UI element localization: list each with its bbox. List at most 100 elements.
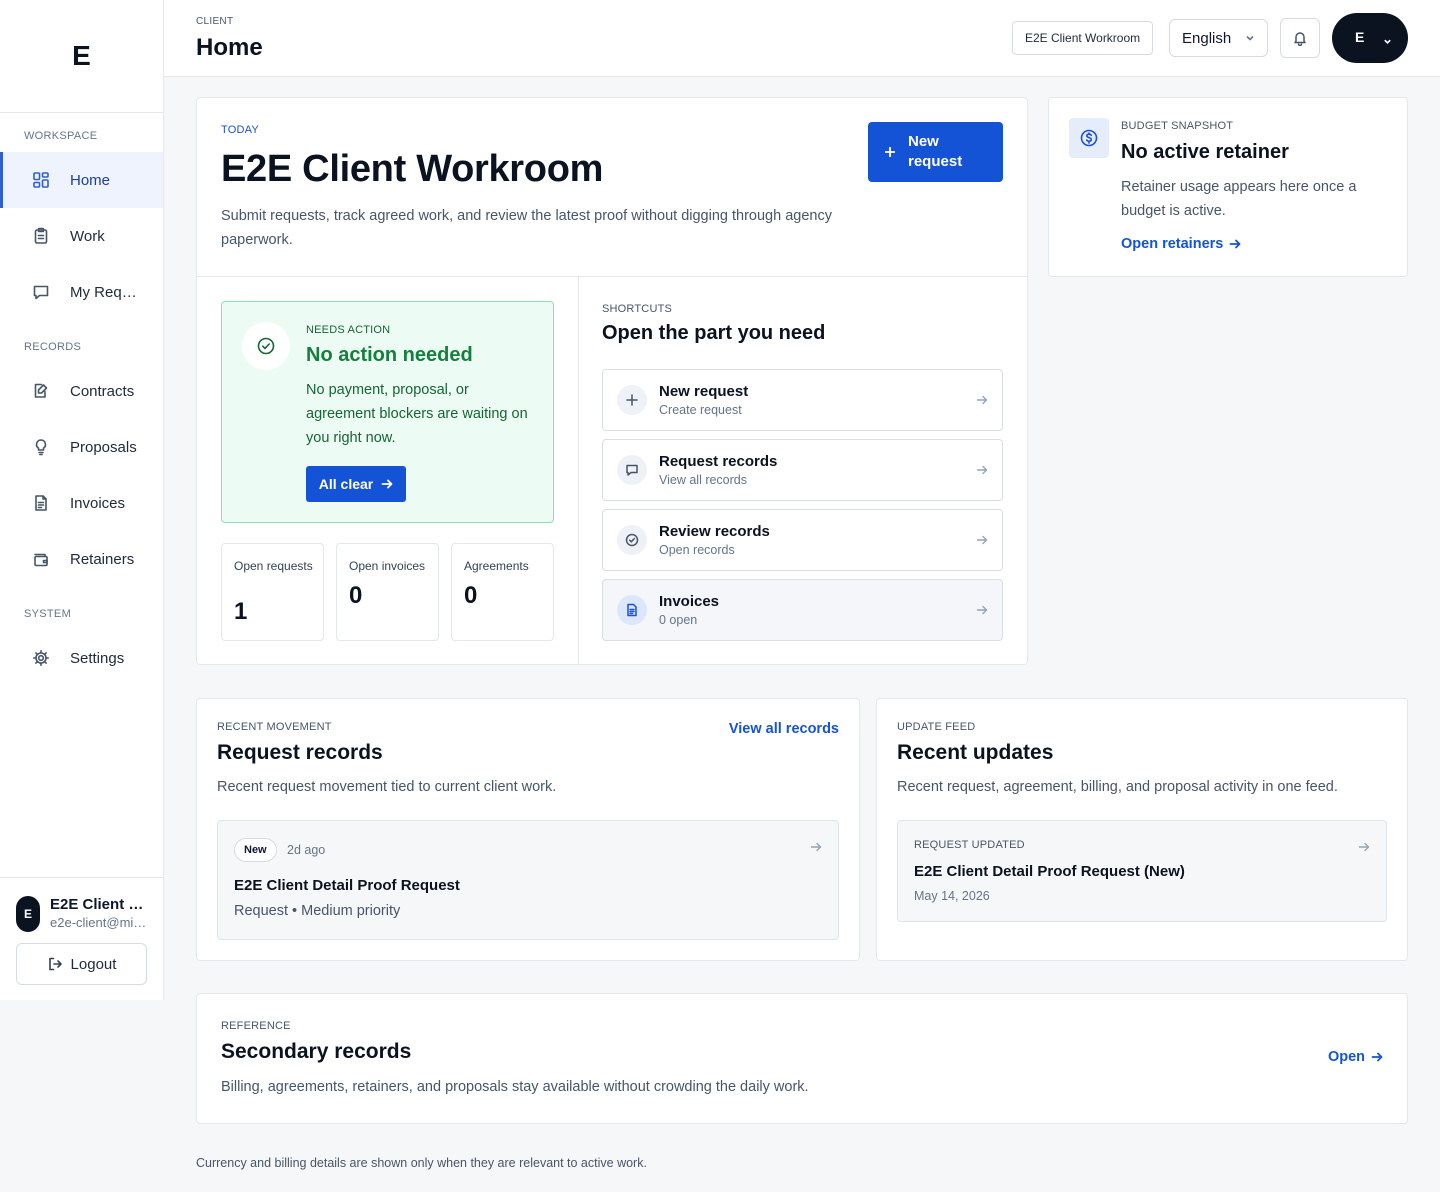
update-eyebrow: REQUEST UPDATED (914, 839, 1025, 851)
request-records-eyebrow: RECENT MOVEMENT (217, 721, 332, 733)
avatar: E (16, 896, 40, 932)
update-date: May 14, 2026 (914, 889, 990, 903)
hero-card: TODAY E2E Client Workroom Submit request… (196, 97, 1028, 665)
budget-title: No active retainer (1121, 141, 1289, 163)
clipboard-icon (34, 227, 48, 244)
open-retainers-link[interactable]: Open retainers (1121, 236, 1241, 252)
arrow-right-icon (381, 479, 393, 489)
user-account: E E2E Client Reviewer e2e-client@miotic.… (0, 877, 163, 1000)
shortcut-title: New request (659, 383, 749, 400)
link-label: Open (1327, 1049, 1365, 1065)
sidebar-item-retainers[interactable]: Retainers (0, 531, 163, 587)
shortcut-review-records[interactable]: Review records Open records (602, 509, 1003, 571)
language-select[interactable]: English (1169, 19, 1268, 57)
sidebar-item-invoices[interactable]: Invoices (0, 475, 163, 531)
footer-note: Currency and billing details are shown o… (196, 1156, 647, 1170)
stat-agreements[interactable]: Agreements 0 (451, 543, 554, 641)
nav-section-records: RECORDS (24, 341, 82, 353)
arrow-right-icon (1371, 1052, 1383, 1062)
profile-initial: E (1355, 29, 1365, 45)
sidebar-item-label: Retainers (70, 550, 135, 568)
plus-icon (885, 147, 895, 157)
budget-description: Retainer usage appears here once a budge… (1121, 179, 1357, 219)
update-title: E2E Client Detail Proof Request (New) (914, 863, 1185, 880)
arrow-right-icon (1358, 842, 1370, 852)
divider (197, 276, 1027, 277)
sidebar-item-label: Work (70, 227, 105, 245)
chat-icon (626, 464, 638, 476)
record-title: E2E Client Detail Proof Request (234, 877, 460, 894)
divider (578, 276, 579, 665)
stat-label: Agreements (464, 559, 529, 573)
logout-button[interactable]: Logout (16, 943, 147, 985)
bell-icon (1294, 32, 1306, 46)
action-eyebrow: NEEDS ACTION (306, 324, 391, 336)
request-records-description: Recent request movement tied to current … (217, 779, 557, 795)
check-circle-icon (625, 533, 639, 547)
signature-icon (34, 383, 48, 398)
stat-open-invoices[interactable]: Open invoices 0 (336, 543, 439, 641)
request-record-item[interactable]: New 2d ago E2E Client Detail Proof Reque… (217, 820, 839, 940)
hero-description: Submit requests, track agreed work, and … (221, 208, 832, 248)
chat-icon (33, 285, 49, 300)
request-records-title: Request records (217, 741, 383, 764)
update-item[interactable]: REQUEST UPDATED E2E Client Detail Proof … (897, 820, 1387, 922)
shortcuts-eyebrow: SHORTCUTS (602, 303, 673, 315)
hero-title: E2E Client Workroom (221, 148, 604, 190)
stat-open-requests[interactable]: Open requests 1 (221, 543, 324, 641)
user-name: E2E Client Reviewer (50, 896, 150, 913)
notifications-button[interactable] (1280, 18, 1320, 58)
shortcut-title: Request records (659, 453, 778, 470)
request-records-card: RECENT MOVEMENT Request records View all… (196, 698, 860, 961)
secondary-eyebrow: REFERENCE (221, 1020, 291, 1032)
app-logo[interactable]: E (0, 0, 163, 113)
chevron-down-icon (1246, 35, 1254, 41)
all-clear-button[interactable]: All clear (306, 466, 406, 502)
open-secondary-link[interactable]: Open (1328, 1049, 1383, 1065)
lightbulb-icon (35, 439, 47, 456)
shortcut-title: Invoices (659, 593, 720, 610)
sidebar-item-label: Invoices (70, 494, 126, 512)
sidebar-item-contracts[interactable]: Contracts (0, 363, 163, 419)
sidebar-item-label: My Requests (70, 283, 140, 301)
breadcrumb: CLIENT (196, 16, 234, 27)
new-request-button[interactable]: New request (868, 122, 1003, 182)
dollar-circle-icon (1080, 129, 1098, 147)
sidebar-item-work[interactable]: Work (0, 208, 163, 264)
shortcut-invoices[interactable]: Invoices 0 open (602, 579, 1003, 641)
budget-snapshot-card: BUDGET SNAPSHOT No active retainer Retai… (1048, 97, 1408, 277)
user-email: e2e-client@miotic.test (50, 915, 150, 930)
sidebar-item-label: Proposals (70, 438, 137, 456)
budget-eyebrow: BUDGET SNAPSHOT (1121, 120, 1234, 132)
arrow-right-icon (1229, 239, 1241, 249)
stat-label: Open invoices (349, 559, 426, 573)
updates-title: Recent updates (897, 741, 1054, 764)
link-label: Open retainers (1121, 236, 1224, 252)
profile-menu-button[interactable]: E (1332, 13, 1408, 63)
workspace-chip[interactable]: E2E Client Workroom (1012, 21, 1154, 55)
shortcut-subtitle: Create request (659, 403, 742, 417)
sidebar-item-my-requests[interactable]: My Requests (0, 264, 163, 320)
shortcut-new-request[interactable]: New request Create request (602, 369, 1003, 431)
stat-label: Open requests (234, 559, 313, 573)
view-all-records-link[interactable]: View all records (729, 721, 839, 737)
plus-icon (626, 394, 638, 406)
check-circle-icon (257, 337, 275, 355)
language-value: English (1182, 29, 1232, 47)
sidebar-item-label: Contracts (70, 382, 135, 400)
stat-value: 0 (464, 582, 478, 609)
hero-eyebrow: TODAY (221, 124, 259, 136)
needs-action-panel: NEEDS ACTION No action needed No payment… (221, 301, 554, 523)
sidebar-item-label: Settings (70, 649, 125, 667)
sidebar-item-settings[interactable]: Settings (0, 630, 163, 686)
arrow-right-icon (976, 605, 988, 615)
action-title: No action needed (306, 344, 473, 366)
sidebar-item-home[interactable]: Home (0, 152, 163, 208)
recent-updates-card: UPDATE FEED Recent updates Recent reques… (876, 698, 1408, 961)
arrow-right-icon (976, 395, 988, 405)
nav-section-system: SYSTEM (24, 608, 72, 620)
page-title: Home (196, 34, 263, 61)
sidebar-item-proposals[interactable]: Proposals (0, 419, 163, 475)
secondary-title: Secondary records (221, 1040, 412, 1063)
shortcut-request-records[interactable]: Request records View all records (602, 439, 1003, 501)
